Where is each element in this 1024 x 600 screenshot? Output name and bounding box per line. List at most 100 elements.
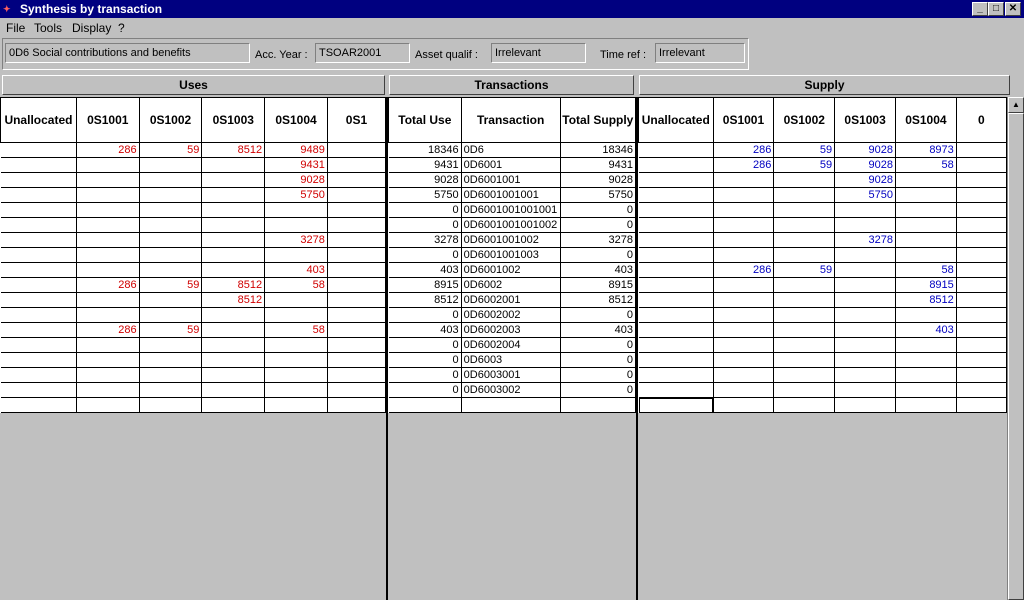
table-cell[interactable] [638,202,714,218]
table-cell[interactable]: 0D6003001 [461,367,561,383]
table-cell[interactable] [834,202,896,218]
table-cell[interactable] [0,157,77,173]
table-row[interactable] [0,367,386,383]
table-row[interactable]: 5750 0D6001001001 5750 [388,187,636,203]
table-cell[interactable]: 9028 [560,172,636,188]
table-cell[interactable]: 0 [560,382,636,398]
table-cell[interactable] [264,292,328,308]
table-cell[interactable]: 59 [139,322,203,338]
uses-column-header[interactable]: 0S1002 [138,97,203,143]
transactions-column-header[interactable]: Total Supply [559,97,636,143]
table-cell[interactable] [0,187,77,203]
table-cell[interactable] [713,187,775,203]
table-cell[interactable] [139,352,203,368]
table-cell[interactable] [773,322,836,338]
table-cell[interactable] [638,157,714,173]
table-cell[interactable] [0,247,77,263]
table-cell[interactable]: 0D6001001001 [461,187,561,203]
table-cell[interactable] [264,307,328,323]
table-cell[interactable] [713,307,775,323]
table-cell[interactable] [638,337,714,353]
table-cell[interactable] [264,247,328,263]
table-cell[interactable] [713,337,775,353]
table-cell[interactable] [139,307,203,323]
table-cell[interactable]: 58 [264,322,328,338]
table-row[interactable] [388,397,636,413]
table-cell[interactable] [956,292,1007,308]
table-cell[interactable]: 286 [76,277,140,293]
table-cell[interactable] [0,367,77,383]
table-cell[interactable] [713,247,775,263]
table-cell[interactable] [834,217,896,233]
table-cell[interactable]: 403 [560,262,636,278]
table-cell[interactable] [638,352,714,368]
table-cell[interactable] [327,247,386,263]
table-cell[interactable] [956,337,1007,353]
minimize-button[interactable]: _ [972,2,988,16]
uses-column-header[interactable]: 0S1004 [264,97,328,143]
table-cell[interactable] [773,352,836,368]
table-cell[interactable] [895,217,957,233]
table-cell[interactable]: 403 [388,322,462,338]
table-cell[interactable]: 0D6001001001002 [461,217,561,233]
table-row[interactable]: 0 0D6003001 0 [388,367,636,383]
acc-year-field[interactable]: TSOAR2001 [315,43,410,63]
table-cell[interactable] [139,382,203,398]
table-cell[interactable] [327,232,386,248]
supply-column-header[interactable]: 0S1003 [834,97,896,143]
table-row[interactable]: 5750 [0,187,386,203]
table-row[interactable] [638,382,1007,398]
table-cell[interactable] [895,232,957,248]
table-cell[interactable]: 8915 [560,277,636,293]
table-row[interactable]: 0 0D6002004 0 [388,337,636,353]
table-cell[interactable] [560,397,636,413]
table-row[interactable] [0,202,386,218]
table-cell[interactable]: 8512 [560,292,636,308]
table-cell[interactable]: 0D6003002 [461,382,561,398]
table-cell[interactable] [638,142,714,158]
table-row[interactable]: 3278 [638,232,1007,248]
table-cell[interactable]: 0 [388,367,462,383]
table-cell[interactable] [76,262,140,278]
table-cell[interactable] [139,157,203,173]
table-cell[interactable] [834,292,896,308]
table-cell[interactable] [713,232,775,248]
table-cell[interactable] [461,397,561,413]
table-cell[interactable]: 5750 [560,187,636,203]
table-row[interactable]: 9028 [0,172,386,188]
table-cell[interactable]: 5750 [264,187,328,203]
table-cell[interactable] [139,172,203,188]
table-cell[interactable] [773,202,836,218]
table-cell[interactable] [0,292,77,308]
table-cell[interactable]: 0 [388,337,462,353]
table-cell[interactable]: 0D6001002 [461,262,561,278]
table-cell[interactable]: 0D6001001 [461,172,561,188]
table-cell[interactable]: 9028 [834,157,896,173]
table-row[interactable]: 5750 [638,187,1007,203]
restore-button[interactable]: □ [988,2,1004,16]
table-cell[interactable] [834,277,896,293]
table-cell[interactable]: 59 [773,262,836,278]
table-cell[interactable]: 58 [895,157,957,173]
table-cell[interactable]: 0 [388,217,462,233]
table-cell[interactable] [264,352,328,368]
table-row[interactable]: 286 59 58 [638,262,1007,278]
table-cell[interactable]: 58 [895,262,957,278]
table-cell[interactable] [201,217,266,233]
table-cell[interactable] [76,382,140,398]
table-cell[interactable]: 0 [388,382,462,398]
table-cell[interactable] [76,157,140,173]
table-cell[interactable] [76,367,140,383]
table-cell[interactable] [76,187,140,203]
supply-column-header[interactable]: 0S1001 [712,97,775,143]
table-cell[interactable] [139,337,203,353]
table-row[interactable] [638,352,1007,368]
table-cell[interactable]: 8915 [388,277,462,293]
table-row[interactable] [0,382,386,398]
table-cell[interactable]: 59 [773,142,836,158]
table-row[interactable]: 0 0D6001001003 0 [388,247,636,263]
table-row[interactable] [638,337,1007,353]
table-cell[interactable] [956,307,1007,323]
table-cell[interactable]: 58 [264,277,328,293]
scrollbar-thumb[interactable] [1008,113,1024,600]
